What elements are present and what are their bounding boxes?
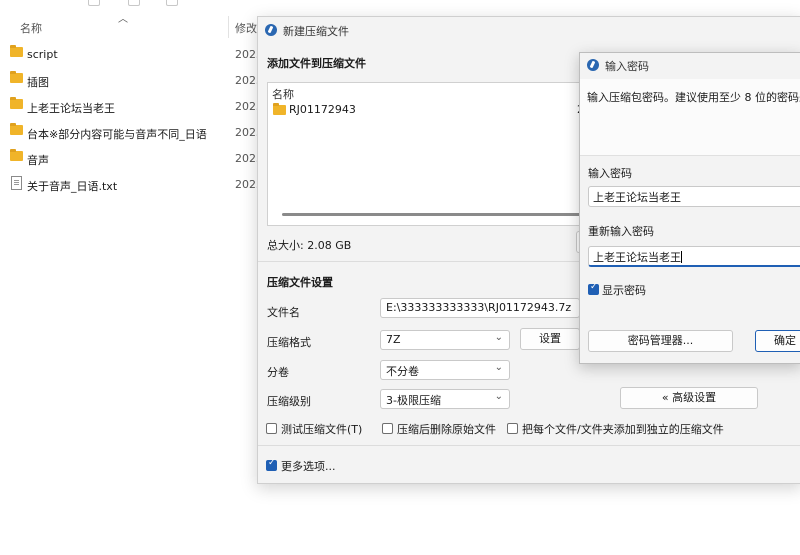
folder-icon xyxy=(10,149,23,161)
divider xyxy=(258,445,800,446)
password-input[interactable]: 上老王论坛当老王 xyxy=(588,186,800,207)
add-files-section-title: 添加文件到压缩文件 xyxy=(267,57,366,70)
file-list[interactable]: 名称 RJ01172943 2 xyxy=(267,82,629,226)
format-value: 7Z xyxy=(386,333,401,346)
delete-after-checkbox[interactable] xyxy=(382,423,393,434)
separate-archives-label: 把每个文件/文件夹添加到独立的压缩文件 xyxy=(522,423,724,436)
file-name: 关于音声_日语.txt xyxy=(27,180,118,193)
file-name: 上老王论坛当老王 xyxy=(27,102,115,115)
list-column-name[interactable]: 名称 xyxy=(272,86,294,102)
horizontal-scrollbar[interactable] xyxy=(282,213,612,216)
file-row-folder[interactable]: 上老王论坛当老王 2025 xyxy=(0,94,263,120)
sort-ascending-icon: ︿ xyxy=(118,14,128,25)
folder-icon xyxy=(10,45,23,57)
chevron-down-icon: ⌄ xyxy=(494,332,503,343)
enter-password-label: 输入密码 xyxy=(588,167,632,180)
level-value: 3-极限压缩 xyxy=(386,394,441,407)
file-row-script[interactable]: script 2025 xyxy=(0,42,263,68)
file-row-script-jp[interactable]: 台本※部分内容可能与音声不同_日语 2025 xyxy=(0,120,263,146)
confirm-password-value: 上老王论坛当老王 xyxy=(593,251,681,264)
format-label: 压缩格式 xyxy=(267,336,311,349)
archive-settings-section-title: 压缩文件设置 xyxy=(267,276,333,289)
ok-button[interactable]: 确定 xyxy=(755,330,800,352)
folder-icon xyxy=(273,103,286,115)
app-icon xyxy=(265,24,277,36)
password-dialog-title: 输入密码 xyxy=(605,60,649,73)
filename-label: 文件名 xyxy=(267,306,300,319)
show-password-checkbox[interactable] xyxy=(588,282,599,295)
settings-button[interactable]: 设置 xyxy=(520,328,580,350)
column-modified[interactable]: 修改 xyxy=(235,20,257,36)
advanced-settings-button[interactable]: « 高级设置 xyxy=(620,387,758,409)
format-select[interactable]: 7Z ⌄ xyxy=(380,330,510,350)
password-info-text: 输入压缩包密码。建议使用至少 8 位的密码来 xyxy=(587,91,800,104)
column-divider[interactable] xyxy=(228,16,229,38)
column-header: 名称 ︿ 修改 xyxy=(0,14,260,38)
file-name: 音声 xyxy=(27,154,49,167)
file-row-txt[interactable]: 关于音声_日语.txt 2025 xyxy=(0,172,263,198)
level-label: 压缩级别 xyxy=(267,395,311,408)
password-dialog: 输入密码 输入压缩包密码。建议使用至少 8 位的密码来 输入密码 上老王论坛当老… xyxy=(579,52,800,364)
file-name: 插图 xyxy=(27,76,49,89)
separate-archives-checkbox[interactable] xyxy=(507,423,518,434)
delete-after-label: 压缩后删除原始文件 xyxy=(397,423,496,436)
total-size: 总大小: 2.08 GB xyxy=(267,239,352,252)
toolbar-button[interactable] xyxy=(128,0,140,6)
volume-value: 不分卷 xyxy=(386,365,419,378)
more-options-label: 更多选项... xyxy=(281,460,336,473)
test-archive-label: 测试压缩文件(T) xyxy=(281,423,363,436)
volume-select[interactable]: 不分卷 ⌄ xyxy=(380,360,510,380)
file-name: script xyxy=(27,48,58,61)
list-item[interactable]: RJ01172943 2 xyxy=(271,102,611,118)
file-row-illustrations[interactable]: 插图 2025 xyxy=(0,68,263,94)
chevron-down-icon: ⌄ xyxy=(494,362,503,373)
toolbar-button[interactable] xyxy=(166,0,178,6)
more-options-checkbox[interactable] xyxy=(266,458,277,471)
text-caret xyxy=(681,251,682,263)
folder-icon xyxy=(10,123,23,135)
folder-icon xyxy=(10,71,23,83)
test-archive-checkbox[interactable] xyxy=(266,423,277,434)
chevron-down-icon: ⌄ xyxy=(494,391,503,402)
confirm-password-input[interactable]: 上老王论坛当老王 xyxy=(588,246,800,267)
show-password-label: 显示密码 xyxy=(602,284,646,297)
toolbar-strip xyxy=(0,0,800,6)
text-file-icon xyxy=(11,176,22,190)
volume-label: 分卷 xyxy=(267,366,289,379)
folder-icon xyxy=(10,97,23,109)
toolbar-button[interactable] xyxy=(88,0,100,6)
dialog-title: 新建压缩文件 xyxy=(283,25,349,38)
file-row-audio[interactable]: 音声 2025 xyxy=(0,146,263,172)
list-item-name: RJ01172943 xyxy=(289,103,356,116)
column-name[interactable]: 名称 xyxy=(20,20,42,36)
file-name: 台本※部分内容可能与音声不同_日语 xyxy=(27,128,207,141)
app-icon xyxy=(587,59,599,71)
password-manager-button[interactable]: 密码管理器... xyxy=(588,330,733,352)
info-panel: 输入压缩包密码。建议使用至少 8 位的密码来 xyxy=(580,79,800,156)
reenter-password-label: 重新输入密码 xyxy=(588,225,654,238)
level-select[interactable]: 3-极限压缩 ⌄ xyxy=(380,389,510,409)
filename-input[interactable]: E:\333333333333\RJ01172943.7z xyxy=(380,298,580,318)
